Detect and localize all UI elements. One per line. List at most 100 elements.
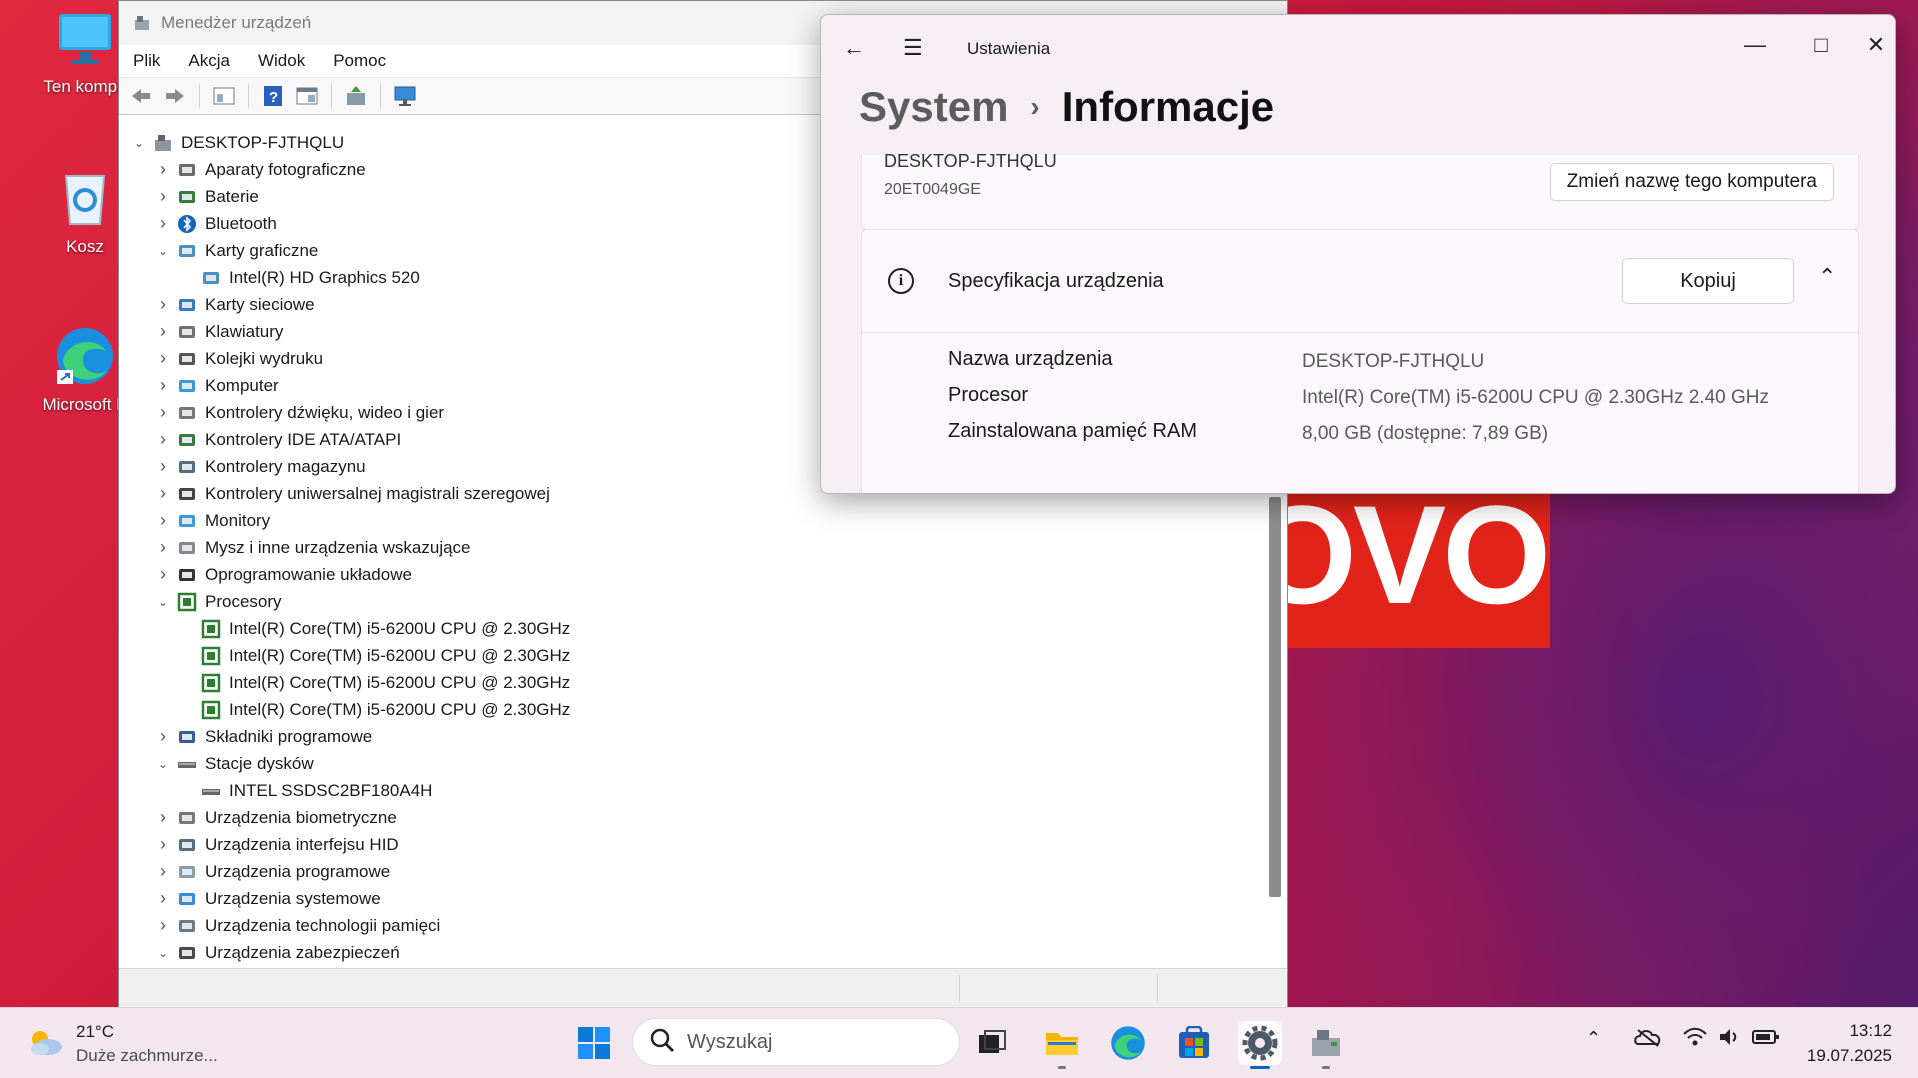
device-category[interactable]: › Składniki programowe (119, 723, 1269, 750)
device-category[interactable]: › Urządzenia systemowe (119, 885, 1269, 912)
chevron-up-icon[interactable]: ⌃ (1586, 1028, 1601, 1049)
taskbar-store[interactable] (1172, 1021, 1216, 1065)
page-title: Informacje (1061, 83, 1275, 130)
processor-icon (201, 673, 221, 693)
device-category[interactable]: › Mysz i inne urządzenia wskazujące (119, 534, 1269, 561)
view-icon[interactable] (293, 82, 321, 110)
onedrive-icon[interactable] (1634, 1026, 1662, 1053)
chevron-right-icon[interactable]: › (155, 159, 171, 179)
chevron-right-icon[interactable]: › (155, 294, 171, 314)
forward-arrow-icon[interactable] (161, 82, 189, 110)
start-button[interactable] (572, 1021, 616, 1065)
taskbar-device-manager[interactable] (1304, 1021, 1348, 1069)
disk-drive-icon (177, 754, 197, 774)
chevron-right-icon[interactable]: › (155, 888, 171, 908)
device-item[interactable]: Intel(R) Core(TM) i5-6200U CPU @ 2.30GHz (119, 642, 1269, 669)
chevron-right-icon[interactable]: › (155, 456, 171, 476)
chevron-right-icon[interactable]: › (155, 321, 171, 341)
chevron-right-icon[interactable]: › (155, 402, 171, 422)
menu-help[interactable]: Pomoc (319, 51, 400, 71)
taskbar-file-explorer[interactable] (1040, 1021, 1084, 1069)
weather-description: Duże zachmurze... (76, 1046, 218, 1065)
volume-icon[interactable] (1718, 1026, 1742, 1053)
device-category[interactable]: › Monitory (119, 507, 1269, 534)
scrollbar-thumb[interactable] (1269, 497, 1281, 897)
ide-controller-icon (177, 430, 197, 450)
keyboard-icon (177, 322, 197, 342)
chevron-right-icon[interactable]: › (155, 213, 171, 233)
close-icon[interactable]: ✕ (1859, 25, 1893, 65)
back-arrow-icon[interactable]: ← (843, 35, 865, 61)
hamburger-menu-icon[interactable]: ☰ (903, 35, 923, 61)
properties-icon[interactable] (210, 82, 238, 110)
bluetooth-icon (177, 214, 197, 234)
device-category[interactable]: ⌄ Stacje dysków (119, 750, 1269, 777)
device-category[interactable]: › Urządzenia technologii pamięci (119, 912, 1269, 939)
copy-button[interactable]: Kopiuj (1622, 258, 1794, 304)
chevron-right-icon[interactable]: › (155, 510, 171, 530)
breadcrumb-system[interactable]: System (859, 83, 1008, 131)
info-icon: i (888, 268, 914, 294)
help-icon[interactable]: ? (259, 82, 287, 110)
taskbar-edge[interactable] (1106, 1021, 1150, 1065)
chevron-down-icon[interactable]: ⌄ (155, 243, 171, 259)
computer-icon (153, 133, 173, 153)
chevron-right-icon[interactable]: › (155, 834, 171, 854)
device-spec-header[interactable]: i Specyfikacja urządzenia Kopiuj ⌃ (862, 230, 1858, 333)
chevron-right-icon[interactable]: › (155, 186, 171, 206)
minimize-icon[interactable]: — (1725, 25, 1785, 65)
chevron-right-icon[interactable]: › (155, 537, 171, 557)
scan-hardware-icon[interactable] (391, 82, 419, 110)
search-icon (649, 1027, 675, 1057)
chevron-right-icon[interactable]: › (155, 861, 171, 881)
device-item[interactable]: INTEL SSDSC2BF180A4H (119, 777, 1269, 804)
device-model: 20ET0049GE (884, 181, 981, 198)
taskbar-clock[interactable]: 13:12 19.07.2025 (1807, 1018, 1892, 1068)
device-spec-title: Specyfikacja urządzenia (948, 270, 1164, 292)
device-category[interactable]: › Oprogramowanie układowe (119, 561, 1269, 588)
device-category[interactable]: › Urządzenia interfejsu HID (119, 831, 1269, 858)
device-category[interactable]: ⌄ Urządzenia zabezpieczeń (119, 939, 1269, 966)
chevron-down-icon[interactable]: ⌄ (131, 135, 147, 151)
chevron-down-icon[interactable]: ⌄ (155, 756, 171, 772)
device-item[interactable]: Intel(R) Core(TM) i5-6200U CPU @ 2.30GHz (119, 669, 1269, 696)
chevron-down-icon[interactable]: ⌄ (155, 945, 171, 961)
menu-file[interactable]: Plik (119, 51, 174, 71)
spec-value: 8,00 GB (dostępne: 7,89 GB) (1302, 423, 1549, 444)
chevron-right-icon: › (1030, 91, 1040, 122)
chevron-right-icon[interactable]: › (155, 726, 171, 746)
settings-titlebar[interactable]: ← ☰ Ustawienia — □ ✕ (821, 15, 1895, 85)
update-driver-icon[interactable] (342, 82, 370, 110)
spec-key: Nazwa urządzenia (948, 348, 1113, 370)
tree-label: Składniki programowe (205, 726, 373, 746)
menu-action[interactable]: Akcja (174, 51, 244, 71)
rename-pc-button[interactable]: Zmień nazwę tego komputera (1549, 163, 1834, 201)
chevron-right-icon[interactable]: › (155, 348, 171, 368)
device-item[interactable]: Intel(R) Core(TM) i5-6200U CPU @ 2.30GHz (119, 615, 1269, 642)
chevron-right-icon[interactable]: › (155, 915, 171, 935)
device-category[interactable]: ⌄ Procesory (119, 588, 1269, 615)
device-category[interactable]: › Urządzenia programowe (119, 858, 1269, 885)
taskbar-search[interactable]: Wyszukaj (632, 1018, 960, 1066)
chevron-up-icon[interactable]: ⌃ (1818, 264, 1836, 290)
menu-view[interactable]: Widok (244, 51, 319, 71)
chevron-down-icon[interactable]: ⌄ (155, 594, 171, 610)
device-manager-icon (1312, 1030, 1340, 1056)
back-arrow-icon[interactable] (127, 82, 155, 110)
device-category[interactable]: › Urządzenia biometryczne (119, 804, 1269, 831)
battery-icon[interactable] (1752, 1026, 1780, 1053)
maximize-icon[interactable]: □ (1791, 25, 1851, 65)
chevron-right-icon[interactable]: › (155, 483, 171, 503)
device-item[interactable]: Intel(R) Core(TM) i5-6200U CPU @ 2.30GHz (119, 696, 1269, 723)
wifi-icon[interactable] (1682, 1026, 1708, 1053)
tree-label: Procesory (205, 591, 282, 611)
chevron-right-icon[interactable]: › (155, 807, 171, 827)
weather-widget[interactable]: 21°C Duże zachmurze... (26, 1020, 218, 1068)
chevron-right-icon[interactable]: › (155, 375, 171, 395)
taskbar-settings[interactable] (1238, 1021, 1282, 1069)
task-view-button[interactable] (970, 1021, 1014, 1065)
running-indicator (1322, 1066, 1330, 1069)
chevron-right-icon[interactable]: › (155, 429, 171, 449)
chevron-right-icon[interactable]: › (155, 564, 171, 584)
display-adapter-icon (201, 268, 221, 288)
